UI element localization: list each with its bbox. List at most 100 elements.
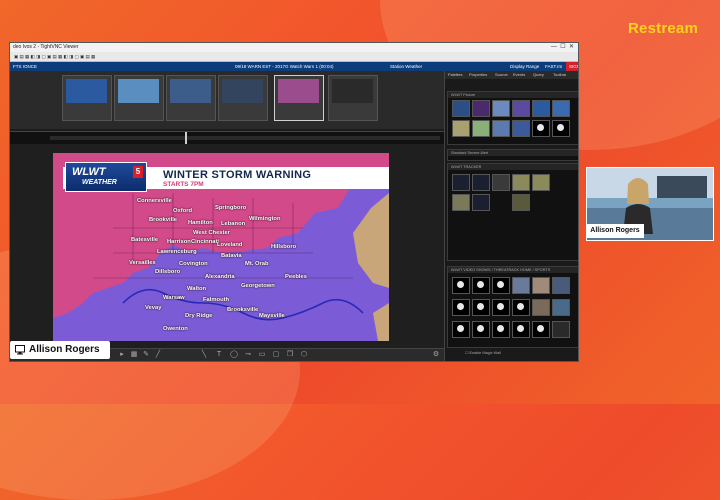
city-label: West Chester bbox=[193, 230, 230, 236]
enable-magic-wall-checkbox[interactable]: ☐ Enable Magic Wall bbox=[465, 350, 501, 355]
palette-item[interactable] bbox=[472, 194, 490, 211]
city-label: Versailles bbox=[129, 260, 156, 266]
city-label: Lebanon bbox=[221, 221, 246, 227]
frame-tool-icon[interactable]: ▭ bbox=[258, 351, 266, 359]
city-label: Georgetown bbox=[241, 283, 275, 289]
window-title: deo Ivos 2 - TightVNC Viewer bbox=[13, 44, 79, 50]
filmstrip-thumb[interactable] bbox=[114, 75, 164, 121]
moon-icon[interactable] bbox=[512, 321, 530, 338]
tab-events[interactable]: Events bbox=[513, 71, 525, 79]
city-label: Harrison bbox=[167, 239, 191, 245]
palette-item[interactable] bbox=[532, 299, 550, 316]
palette-item[interactable] bbox=[512, 194, 530, 211]
palette-item[interactable] bbox=[452, 120, 470, 137]
palette-item[interactable] bbox=[532, 100, 550, 117]
tab-toolbar[interactable]: Toolbar bbox=[553, 71, 566, 79]
palette-item[interactable] bbox=[452, 100, 470, 117]
palette-item[interactable] bbox=[452, 174, 470, 191]
palette-section-severe-alert: Standard Severe Alert bbox=[447, 149, 578, 161]
link-tool-icon[interactable]: ⊸ bbox=[244, 351, 252, 359]
arrow-tool-icon[interactable]: ╲ bbox=[200, 351, 208, 359]
filmstrip-thumb[interactable] bbox=[166, 75, 216, 121]
timeline[interactable] bbox=[10, 131, 444, 145]
window-controls[interactable]: — ☐ ✕ bbox=[551, 43, 574, 52]
palette-item[interactable] bbox=[512, 174, 530, 191]
tab-query[interactable]: Query bbox=[533, 71, 544, 79]
right-panel: Palettes Properties Source Events Query … bbox=[444, 71, 578, 361]
weather-map: WINTER STORM WARNING STARTS 7PM WLWT WEA… bbox=[53, 153, 389, 341]
timeline-playhead[interactable] bbox=[185, 132, 187, 144]
moon-icon[interactable] bbox=[452, 277, 470, 294]
monitor-icon bbox=[15, 345, 25, 355]
city-label: Owenton bbox=[163, 326, 188, 332]
text-tool-icon[interactable]: T bbox=[215, 351, 223, 359]
moon-icon[interactable] bbox=[452, 321, 470, 338]
palette-item[interactable] bbox=[472, 100, 490, 117]
palette-item[interactable] bbox=[532, 174, 550, 191]
palette-item[interactable] bbox=[492, 120, 510, 137]
palette-item[interactable] bbox=[512, 120, 530, 137]
palette-item[interactable] bbox=[552, 299, 570, 316]
city-label: Peebles bbox=[285, 274, 307, 280]
crop-tool-icon[interactable]: ▢ bbox=[272, 351, 280, 359]
moon-icon[interactable] bbox=[532, 120, 550, 137]
tab-properties[interactable]: Properties bbox=[469, 71, 487, 79]
menubar: ▣ ▤ ▦ ◧ ◨ ▢ ▣ ▤ ▦ ◧ ◨ ▢ ▣ ▤ ▦ bbox=[10, 52, 578, 62]
moon-icon[interactable] bbox=[512, 299, 530, 316]
moon-icon[interactable] bbox=[492, 321, 510, 338]
palette-item[interactable] bbox=[532, 277, 550, 294]
city-label: Brookville bbox=[149, 217, 178, 223]
pen-tool-icon[interactable]: ✎ bbox=[142, 351, 150, 359]
palette-item[interactable] bbox=[552, 321, 570, 338]
city-label: Falmouth bbox=[203, 297, 230, 303]
layers-tool-icon[interactable]: ❒ bbox=[286, 351, 294, 359]
palette-section-video-shows: WLWT VIDEO SHOWS / THREATRACK HOME / SPO… bbox=[447, 266, 578, 348]
palette-item[interactable] bbox=[552, 277, 570, 294]
status-station: Station Weather bbox=[390, 64, 423, 69]
city-label: Batesville bbox=[131, 237, 159, 243]
line-tool-icon[interactable]: ╱ bbox=[154, 351, 162, 359]
palette-item[interactable] bbox=[552, 100, 570, 117]
filmstrip-thumb[interactable] bbox=[328, 75, 378, 121]
city-label: Batavia bbox=[221, 253, 242, 259]
moon-icon[interactable] bbox=[532, 321, 550, 338]
palette-item[interactable] bbox=[492, 174, 510, 191]
moon-icon[interactable] bbox=[472, 277, 490, 294]
settings-icon[interactable]: ⚙ bbox=[432, 351, 440, 359]
moon-icon[interactable] bbox=[472, 321, 490, 338]
cube-tool-icon[interactable]: ⬡ bbox=[300, 351, 308, 359]
city-label: Warsaw bbox=[163, 295, 185, 301]
status-fast: FAST.rm bbox=[545, 64, 563, 69]
pointer-tool-icon[interactable]: ▸ bbox=[118, 351, 126, 359]
city-label: Connersville bbox=[137, 198, 172, 204]
filmstrip-thumb[interactable] bbox=[62, 75, 112, 121]
tab-palettes[interactable]: Palettes bbox=[448, 71, 462, 79]
palette-item[interactable] bbox=[512, 100, 530, 117]
status-bar: FTS IONCE 09/18 WARN EST - 2017G Watch W… bbox=[10, 62, 578, 71]
palette-item[interactable] bbox=[452, 194, 470, 211]
filmstrip-thumb-selected[interactable] bbox=[274, 75, 324, 121]
menu-toolbar-icons[interactable]: ▣ ▤ ▦ ◧ ◨ ▢ ▣ ▤ ▦ ◧ ◨ ▢ ▣ ▤ ▦ bbox=[14, 54, 95, 59]
city-label: Hillsboro bbox=[271, 244, 297, 250]
tab-source[interactable]: Source bbox=[495, 71, 508, 79]
moon-icon[interactable] bbox=[492, 299, 510, 316]
moon-icon[interactable] bbox=[452, 299, 470, 316]
moon-icon[interactable] bbox=[492, 277, 510, 294]
moon-icon[interactable] bbox=[552, 120, 570, 137]
status-sign-tab[interactable]: SIGN bbox=[566, 62, 578, 71]
palette-item[interactable] bbox=[492, 100, 510, 117]
city-label: Alexandria bbox=[205, 274, 235, 280]
moon-icon[interactable] bbox=[472, 299, 490, 316]
city-label: Hamilton bbox=[188, 220, 213, 226]
palette-item[interactable] bbox=[472, 120, 490, 137]
city-label: Cincinnati bbox=[191, 239, 220, 245]
filmstrip-thumb[interactable] bbox=[218, 75, 268, 121]
city-label: Brooksville bbox=[227, 307, 259, 313]
shape-tool-icon[interactable]: ◯ bbox=[230, 351, 238, 359]
wlwt-weather-logo: WLWT WEATHER 5 bbox=[65, 162, 147, 192]
presenter-nameplate: Allison Rogers bbox=[10, 341, 110, 359]
grid-tool-icon[interactable]: ▦ bbox=[130, 351, 138, 359]
palette-item[interactable] bbox=[512, 277, 530, 294]
palette-item[interactable] bbox=[472, 174, 490, 191]
window-titlebar: deo Ivos 2 - TightVNC Viewer — ☐ ✕ bbox=[10, 43, 578, 52]
